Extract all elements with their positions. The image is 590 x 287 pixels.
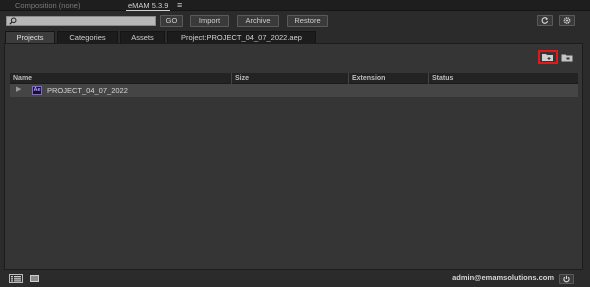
- project-name: PROJECT_04_07_2022: [47, 86, 128, 95]
- user-email: admin@emamsolutions.com: [452, 273, 554, 282]
- projects-table: Name Size Extension Status ▶ Ae PROJECT_…: [10, 73, 578, 97]
- power-icon: [563, 275, 570, 283]
- tab-categories[interactable]: Categories: [57, 31, 118, 43]
- thumbnail-view-icon[interactable]: [30, 275, 39, 282]
- logout-button[interactable]: [559, 274, 574, 284]
- column-header-status[interactable]: Status: [428, 73, 578, 84]
- refresh-button[interactable]: [537, 15, 553, 26]
- table-row[interactable]: ▶ Ae PROJECT_04_07_2022: [10, 84, 578, 97]
- search-input[interactable]: [18, 17, 153, 25]
- search-box[interactable]: [6, 16, 156, 26]
- gear-icon: [563, 17, 571, 24]
- panel-menu-icon[interactable]: ≡: [177, 1, 186, 10]
- footer-bar: admin@emamsolutions.com: [0, 270, 590, 287]
- top-tab-bar: Composition (none) eMAM 5.3.9 ≡: [0, 0, 590, 11]
- archive-button[interactable]: Archive: [237, 15, 279, 27]
- add-project-button[interactable]: [538, 50, 558, 64]
- expand-arrow-icon[interactable]: ▶: [16, 86, 24, 94]
- after-effects-icon: Ae: [32, 86, 42, 95]
- search-icon: [9, 17, 17, 25]
- folder-icon[interactable]: [561, 53, 573, 62]
- column-header-name[interactable]: Name: [10, 73, 231, 84]
- column-header-extension[interactable]: Extension: [348, 73, 428, 84]
- tab-projects[interactable]: Projects: [5, 31, 55, 43]
- restore-button[interactable]: Restore: [287, 15, 328, 27]
- import-button[interactable]: Import: [190, 15, 229, 27]
- go-button[interactable]: GO: [160, 15, 183, 27]
- table-header: Name Size Extension Status: [10, 73, 578, 84]
- settings-button[interactable]: [559, 15, 575, 26]
- tab-project-file[interactable]: Project:PROJECT_04_07_2022.aep: [167, 31, 316, 43]
- composition-tab[interactable]: Composition (none): [15, 0, 80, 11]
- list-view-icon[interactable]: [9, 274, 23, 283]
- refresh-icon: [541, 17, 549, 24]
- add-folder-icon: [542, 54, 553, 61]
- emam-tab[interactable]: eMAM 5.3.9: [126, 0, 171, 11]
- projects-content: Name Size Extension Status ▶ Ae PROJECT_…: [4, 43, 583, 270]
- emam-panel: GO Import Archive Restore Projects Categ…: [0, 11, 590, 287]
- column-header-size[interactable]: Size: [231, 73, 348, 84]
- tab-assets[interactable]: Assets: [120, 31, 165, 43]
